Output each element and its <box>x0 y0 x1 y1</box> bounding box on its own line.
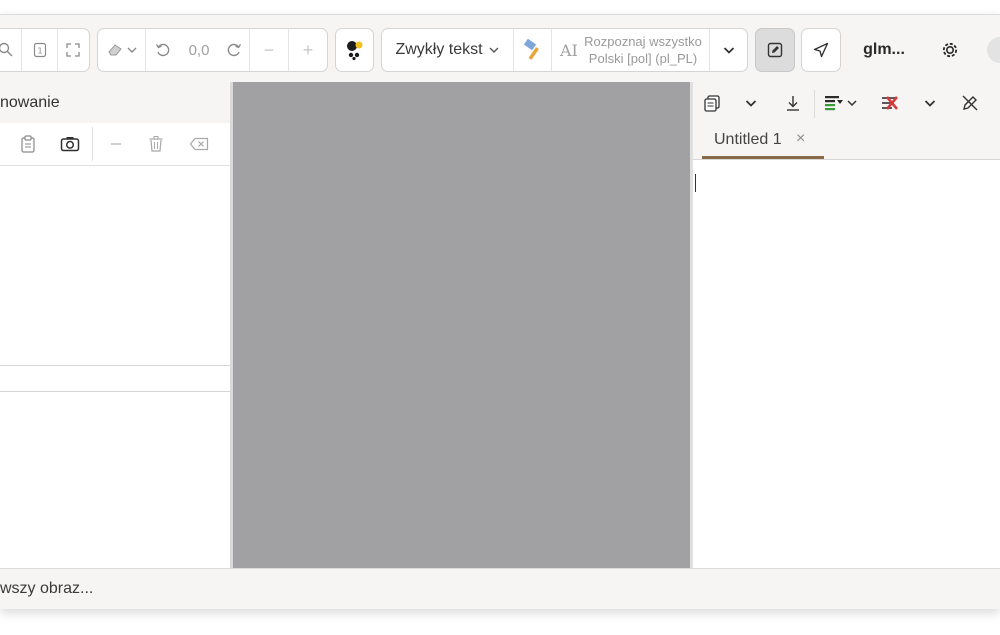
clipboard-icon <box>21 135 35 153</box>
backspace-icon <box>189 137 209 151</box>
send-button[interactable] <box>801 28 841 72</box>
hammer-sparkle-icon <box>523 38 539 60</box>
trash-icon <box>149 136 163 152</box>
tools-divider <box>92 127 93 161</box>
output-toolbar-divider <box>814 90 815 118</box>
single-page-button[interactable]: 1 <box>22 29 58 71</box>
screenshot-button[interactable] <box>58 132 82 156</box>
spellcheck-toggle-button[interactable] <box>957 90 983 116</box>
properties-header <box>0 366 230 392</box>
recognition-group: Zwykły tekst AI Rozpoznaj wszystko Polsk… <box>381 28 748 72</box>
edit-seg <box>756 29 794 71</box>
left-panel-title: nowanie <box>0 82 230 124</box>
append-lines-icon <box>825 96 843 111</box>
main-toolbar: 1 0,0 − + Zwykły tekst AI Rozpoznaj wszy… <box>0 15 1000 83</box>
recognize-line2: Polski [pol] (pl_PL) <box>588 51 698 66</box>
zoom-in-button[interactable]: + <box>289 29 327 71</box>
tab-close-button[interactable]: × <box>796 130 805 148</box>
rotate-right-icon <box>227 43 241 57</box>
zoom-icon <box>0 42 13 57</box>
chevron-down-icon <box>127 47 136 53</box>
send-seg <box>802 29 840 71</box>
recognize-wand-button[interactable] <box>514 29 552 71</box>
clear-output-button[interactable] <box>877 90 903 116</box>
text-cursor <box>695 174 696 192</box>
tab-active-indicator <box>702 156 824 159</box>
preprocess-seg <box>336 29 373 71</box>
chevron-down-icon <box>723 47 734 54</box>
recognize-all-button[interactable]: AI Rozpoznaj wszystko Polski [pol] (pl_P… <box>552 29 710 71</box>
eraser-dropdown-button[interactable] <box>98 29 146 71</box>
properties-area <box>0 392 230 568</box>
pen-off-icon <box>962 95 978 111</box>
fit-page-button[interactable] <box>58 29 89 71</box>
window-control-circle <box>987 37 1000 63</box>
rotate-left-button[interactable] <box>146 29 180 71</box>
settings-button[interactable] <box>930 28 970 72</box>
remove-button[interactable] <box>104 132 128 156</box>
fullscreen-icon <box>66 43 80 57</box>
recognize-line1: Rozpoznaj wszystko <box>584 34 702 49</box>
append-mode-dropdown[interactable] <box>823 90 859 116</box>
left-panel-toolbar <box>0 123 230 166</box>
copy-icon <box>704 95 720 112</box>
page-view-group: 1 <box>0 28 90 72</box>
preprocess-button[interactable] <box>335 28 374 72</box>
send-icon <box>813 42 829 58</box>
paste-button[interactable] <box>16 132 40 156</box>
rotate-right-button[interactable] <box>218 29 250 71</box>
rotation-value: 0,0 <box>188 41 210 59</box>
clear-red-x-icon <box>882 96 898 110</box>
image-tools-group: 0,0 − + <box>97 28 328 72</box>
app-window: 1 0,0 − + Zwykły tekst AI Rozpoznaj wszy… <box>0 14 1000 609</box>
camera-icon <box>60 137 80 152</box>
gear-icon <box>942 42 958 58</box>
recognize-options-button[interactable] <box>710 29 747 71</box>
clear-options-button[interactable] <box>917 90 943 116</box>
edit-note-icon <box>767 42 783 58</box>
minus-icon <box>111 143 121 145</box>
output-toolbar: Untitled 1 × <box>693 82 1000 160</box>
right-panel: Untitled 1 × <box>693 82 1000 568</box>
user-menu-button[interactable]: glm... <box>852 28 916 72</box>
delete-button[interactable] <box>144 132 168 156</box>
left-panel: nowanie <box>0 82 231 568</box>
download-icon <box>787 96 799 111</box>
clear-button[interactable] <box>187 132 211 156</box>
status-bar: wszy obraz... <box>0 568 1000 609</box>
rotate-left-icon <box>155 43 170 57</box>
recognize-text: Rozpoznaj wszystko Polski [pol] (pl_PL) <box>580 33 706 67</box>
color-dots-icon <box>346 41 362 61</box>
chevron-down-icon <box>489 47 499 53</box>
minimize-window-button[interactable] <box>986 28 1000 72</box>
text-mode-label: Zwykły tekst <box>395 41 483 58</box>
status-text: wszy obraz... <box>0 580 94 597</box>
tab-untitled-1[interactable]: Untitled 1 × <box>702 123 824 159</box>
ai-glyph: AI <box>560 41 578 60</box>
copy-output-button[interactable] <box>699 90 725 116</box>
chevron-down-icon <box>745 100 757 107</box>
page-one-icon: 1 <box>33 42 46 58</box>
user-label: glm... <box>863 41 905 58</box>
svg-text:1: 1 <box>37 47 42 56</box>
pages-list <box>0 166 230 365</box>
tab-label: Untitled 1 <box>714 131 782 148</box>
zoom-out-button[interactable]: − <box>250 29 289 71</box>
eraser-icon <box>107 44 122 56</box>
chevron-down-icon <box>847 100 857 107</box>
chevron-down-icon <box>924 100 936 107</box>
output-text-area[interactable] <box>693 160 1000 568</box>
text-mode-dropdown[interactable]: Zwykły tekst <box>382 29 514 71</box>
edit-toggle-button[interactable] <box>755 28 795 72</box>
zoom-fit-button[interactable] <box>0 29 23 71</box>
copy-options-button[interactable] <box>738 90 764 116</box>
save-output-button[interactable] <box>780 90 806 116</box>
image-canvas[interactable] <box>233 82 690 568</box>
